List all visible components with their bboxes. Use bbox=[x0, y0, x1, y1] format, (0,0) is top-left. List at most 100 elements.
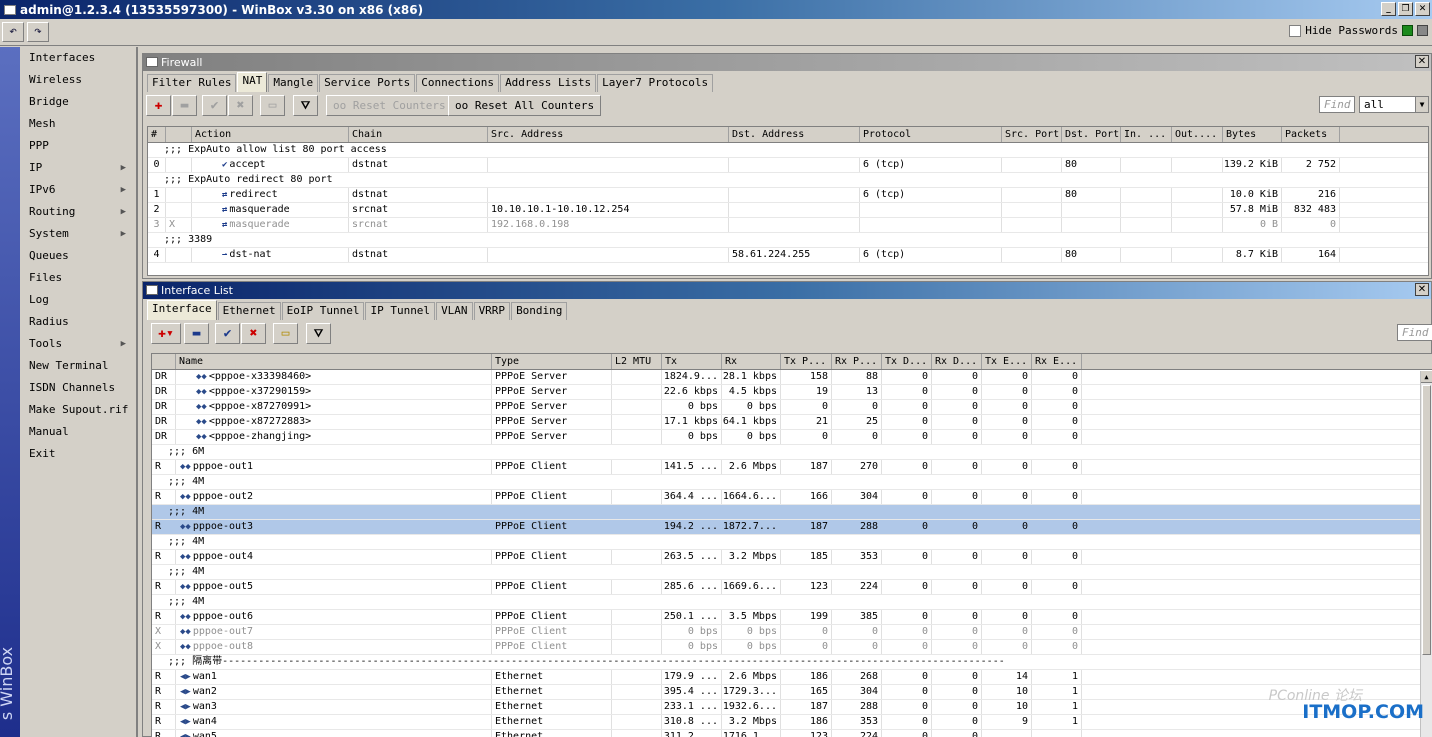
undo-icon[interactable]: ↶ bbox=[2, 22, 24, 42]
column-header[interactable]: Action bbox=[192, 127, 349, 142]
column-header[interactable] bbox=[152, 354, 176, 369]
table-row[interactable]: 0 ✔ accept dstnat 6 (tcp) 80 139.2 KiB 2 752 bbox=[148, 158, 1428, 173]
table-row[interactable]: R ◆◆ pppoe-out1 PPPoE Client 141.5 ... 2.6 Mb… bbox=[152, 460, 1432, 475]
column-header[interactable]: # bbox=[148, 127, 166, 142]
scroll-up-icon[interactable]: ▲ bbox=[1421, 371, 1432, 383]
column-header[interactable]: Dst. Address bbox=[729, 127, 860, 142]
table-row[interactable]: DR ◆◆ <pppoe-x37290159> PPPoE Server 22.6 kb… bbox=[152, 385, 1432, 400]
column-header[interactable]: L2 MTU bbox=[612, 354, 662, 369]
table-row[interactable]: 1 ⇄ redirect dstnat 6 (tcp) 80 10.0 KiB 216 bbox=[148, 188, 1428, 203]
table-row-comment[interactable]: ;;; 4M bbox=[152, 475, 1432, 490]
table-row[interactable]: R ◀▶ wan2 Ethernet 395.4 ... 1729.3... 165 304 0… bbox=[152, 685, 1432, 700]
table-row-comment[interactable]: ;;; 隔离带---------------------------------… bbox=[152, 655, 1432, 670]
menu-item-system[interactable]: System ▶ bbox=[20, 223, 136, 245]
column-header[interactable] bbox=[166, 127, 192, 142]
column-header[interactable]: Tx P... bbox=[781, 354, 832, 369]
table-row[interactable]: R ◀▶ wan4 Ethernet 310.8 ... 3.2 Mbps 186 353 0 0… bbox=[152, 715, 1432, 730]
hide-passwords-checkbox[interactable] bbox=[1289, 24, 1302, 37]
interface-scrollbar[interactable]: ▲ bbox=[1420, 371, 1432, 737]
table-row[interactable]: R ◆◆ pppoe-out5 PPPoE Client 285.6 ... 1669.6… bbox=[152, 580, 1432, 595]
tab-layer7-protocols[interactable]: Layer7 Protocols bbox=[597, 74, 714, 92]
menu-item-ipv6[interactable]: IPv6 ▶ bbox=[20, 179, 136, 201]
table-row[interactable]: DR ◆◆ <pppoe-x87270991> PPPoE Server 0 bps 0 … bbox=[152, 400, 1432, 415]
menu-item-tools[interactable]: Tools ▶ bbox=[20, 333, 136, 355]
table-row[interactable]: 4 ⇀ dst-nat dstnat 58.61.224.255 6 (tcp) 80 8.7… bbox=[148, 248, 1428, 263]
table-row-comment[interactable]: ;;; ExpAuto allow list 80 port access bbox=[148, 143, 1428, 158]
menu-item-routing[interactable]: Routing ▶ bbox=[20, 201, 136, 223]
close-button[interactable]: ✕ bbox=[1415, 2, 1430, 16]
interface-find-input[interactable]: Find bbox=[1397, 324, 1432, 341]
table-row[interactable]: R ◀▶ wan5 Ethernet 311.2 ... 1716.1... 123 224 0… bbox=[152, 730, 1432, 737]
column-header[interactable]: Tx E... bbox=[982, 354, 1032, 369]
tab-filter-rules[interactable]: Filter Rules bbox=[147, 74, 237, 92]
table-row[interactable]: R ◀▶ wan3 Ethernet 233.1 ... 1932.6... 187 288 0… bbox=[152, 700, 1432, 715]
filter-icon[interactable]: ⛛ bbox=[293, 95, 318, 116]
redo-icon[interactable]: ↷ bbox=[27, 22, 49, 42]
filter-icon[interactable]: ⛛ bbox=[306, 323, 331, 344]
remove-icon[interactable]: ▬ bbox=[184, 323, 209, 344]
firewall-find-input[interactable]: Find bbox=[1319, 96, 1355, 113]
tab-bonding[interactable]: Bonding bbox=[511, 302, 568, 320]
add-icon[interactable]: ✚▾ bbox=[151, 323, 181, 344]
table-row[interactable]: DR ◆◆ <pppoe-x87272883> PPPoE Server 17.1 kb… bbox=[152, 415, 1432, 430]
restore-button[interactable]: ❐ bbox=[1398, 2, 1413, 16]
table-row[interactable]: R ◀▶ wan1 Ethernet 179.9 ... 2.6 Mbps 186 268 0 0… bbox=[152, 670, 1432, 685]
column-header[interactable]: In. ... bbox=[1121, 127, 1172, 142]
menu-item-wireless[interactable]: Wireless bbox=[20, 69, 136, 91]
menu-item-mesh[interactable]: Mesh bbox=[20, 113, 136, 135]
menu-item-ip[interactable]: IP ▶ bbox=[20, 157, 136, 179]
column-header[interactable]: Dst. Port bbox=[1062, 127, 1121, 142]
column-header[interactable]: Rx P... bbox=[832, 354, 882, 369]
comment-icon[interactable]: ▭ bbox=[273, 323, 298, 344]
add-icon[interactable]: ✚ bbox=[146, 95, 171, 116]
table-row[interactable]: R ◆◆ pppoe-out6 PPPoE Client 250.1 ... 3.5 Mb… bbox=[152, 610, 1432, 625]
column-header[interactable]: Rx E... bbox=[1032, 354, 1082, 369]
table-row-comment[interactable]: ;;; 6M bbox=[152, 445, 1432, 460]
firewall-close-button[interactable]: ✕ bbox=[1415, 55, 1429, 68]
menu-item-new-terminal[interactable]: New Terminal bbox=[20, 355, 136, 377]
menu-item-ppp[interactable]: PPP bbox=[20, 135, 136, 157]
table-row[interactable]: R ◆◆ pppoe-out4 PPPoE Client 263.5 ... 3.2 Mb… bbox=[152, 550, 1432, 565]
column-header[interactable]: Src. Port bbox=[1002, 127, 1062, 142]
menu-item-bridge[interactable]: Bridge bbox=[20, 91, 136, 113]
table-row-comment[interactable]: ;;; 4M bbox=[152, 595, 1432, 610]
column-header[interactable]: Chain bbox=[349, 127, 488, 142]
tab-vlan[interactable]: VLAN bbox=[436, 302, 473, 320]
menu-item-interfaces[interactable]: Interfaces bbox=[20, 47, 136, 69]
column-header[interactable]: Packets bbox=[1282, 127, 1340, 142]
column-header[interactable]: Out.... bbox=[1172, 127, 1223, 142]
table-row[interactable]: 3 X ⇄ masquerade srcnat 192.168.0.198 0 B0 bbox=[148, 218, 1428, 233]
table-row[interactable]: R ◆◆ pppoe-out2 PPPoE Client 364.4 ... 1664.6… bbox=[152, 490, 1432, 505]
menu-item-make-supout-rif[interactable]: Make Supout.rif bbox=[20, 399, 136, 421]
interface-close-button[interactable]: ✕ bbox=[1415, 283, 1429, 296]
tab-address-lists[interactable]: Address Lists bbox=[500, 74, 597, 92]
column-header[interactable]: Name bbox=[176, 354, 492, 369]
table-row-comment[interactable]: ;;; 3389 bbox=[148, 233, 1428, 248]
table-row[interactable]: R ◆◆ pppoe-out3 PPPoE Client 194.2 ... 1872.7… bbox=[152, 520, 1432, 535]
column-header[interactable]: Rx D... bbox=[932, 354, 982, 369]
comment-icon[interactable]: ▭ bbox=[260, 95, 285, 116]
minimize-button[interactable]: _ bbox=[1381, 2, 1396, 16]
firewall-filter-select[interactable]: all ▼ bbox=[1359, 96, 1429, 113]
table-row[interactable]: X ◆◆ pppoe-out7 PPPoE Client 0 bps 0 bps 0 0 0 0 0… bbox=[152, 625, 1432, 640]
disable-icon[interactable]: ✖ bbox=[228, 95, 253, 116]
tab-ethernet[interactable]: Ethernet bbox=[217, 302, 281, 320]
column-header[interactable]: Bytes bbox=[1223, 127, 1282, 142]
remove-icon[interactable]: ▬ bbox=[172, 95, 197, 116]
table-row[interactable]: 2 ⇄ masquerade srcnat 10.10.10.1-10.10.12.25… bbox=[148, 203, 1428, 218]
column-header[interactable]: Rx bbox=[722, 354, 781, 369]
column-header[interactable]: Protocol bbox=[860, 127, 1002, 142]
tab-vrrp[interactable]: VRRP bbox=[473, 302, 511, 320]
tab-connections[interactable]: Connections bbox=[416, 74, 500, 92]
table-row-comment[interactable]: ;;; 4M bbox=[152, 505, 1432, 520]
menu-item-queues[interactable]: Queues bbox=[20, 245, 136, 267]
menu-item-isdn-channels[interactable]: ISDN Channels bbox=[20, 377, 136, 399]
scroll-thumb[interactable] bbox=[1422, 385, 1431, 655]
menu-item-exit[interactable]: Exit bbox=[20, 443, 136, 465]
reset-all-counters-button[interactable]: oo Reset All Counters bbox=[448, 95, 602, 116]
table-row-comment[interactable]: ;;; ExpAuto redirect 80 port bbox=[148, 173, 1428, 188]
column-header[interactable]: Tx bbox=[662, 354, 722, 369]
enable-icon[interactable]: ✔ bbox=[215, 323, 240, 344]
enable-icon[interactable]: ✔ bbox=[202, 95, 227, 116]
table-row-comment[interactable]: ;;; 4M bbox=[152, 535, 1432, 550]
